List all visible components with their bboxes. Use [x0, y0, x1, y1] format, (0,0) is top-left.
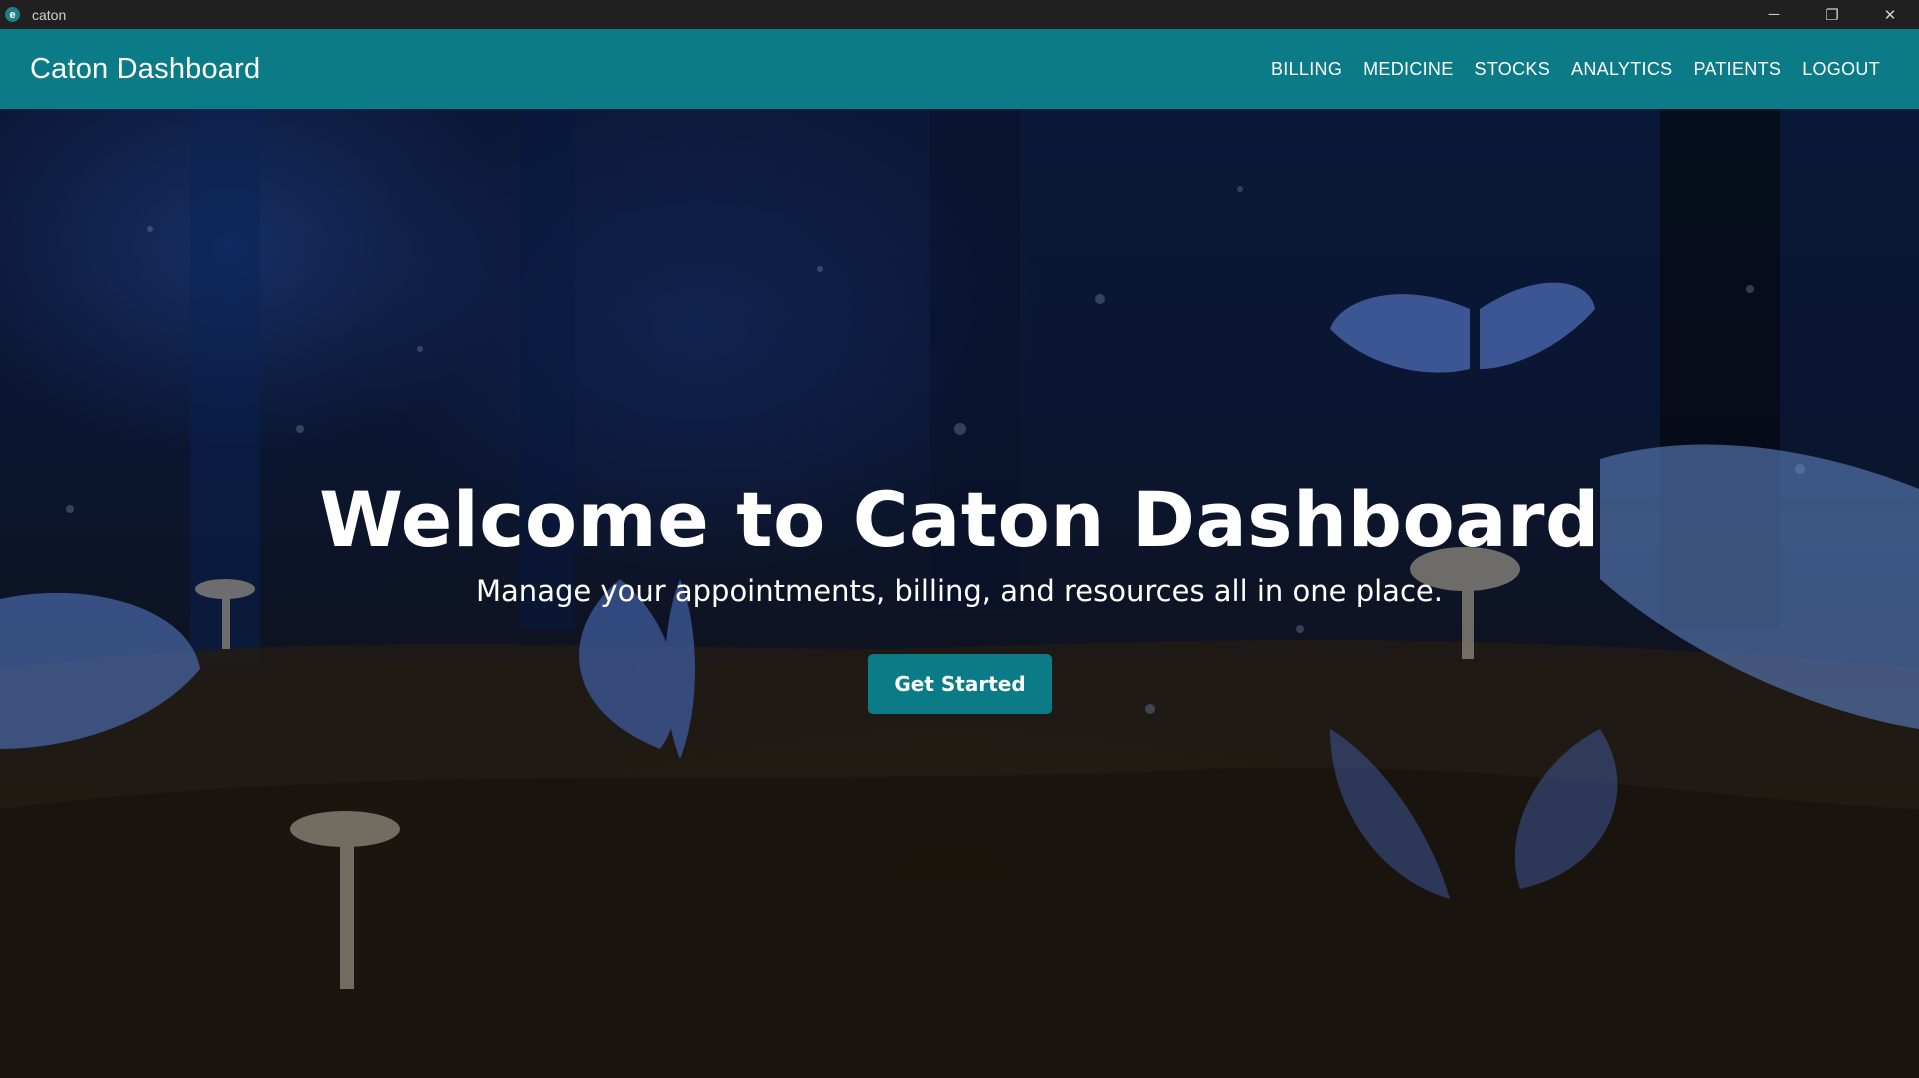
nav-link-patients[interactable]: PATIENTS [1693, 59, 1781, 80]
window-controls: ─ ❐ ✕ [1745, 0, 1919, 29]
hero-section: Welcome to Caton Dashboard Manage your a… [0, 109, 1919, 1078]
get-started-button[interactable]: Get Started [868, 654, 1052, 714]
window-titlebar: e caton ─ ❐ ✕ [0, 0, 1919, 29]
top-navbar: Caton Dashboard BILLING MEDICINE STOCKS … [0, 29, 1919, 109]
minimize-icon[interactable]: ─ [1745, 0, 1803, 29]
main-nav: BILLING MEDICINE STOCKS ANALYTICS PATIEN… [1271, 59, 1880, 80]
app-icon: e [5, 7, 20, 22]
nav-link-analytics[interactable]: ANALYTICS [1571, 59, 1672, 80]
hero-title: Welcome to Caton Dashboard [319, 475, 1600, 564]
hero-content: Welcome to Caton Dashboard Manage your a… [0, 109, 1919, 1078]
close-icon[interactable]: ✕ [1861, 0, 1919, 29]
nav-link-medicine[interactable]: MEDICINE [1363, 59, 1453, 80]
brand-logo-text[interactable]: Caton Dashboard [30, 53, 260, 86]
window-title: caton [32, 6, 67, 23]
nav-link-billing[interactable]: BILLING [1271, 59, 1342, 80]
hero-subtitle: Manage your appointments, billing, and r… [476, 574, 1443, 608]
nav-link-stocks[interactable]: STOCKS [1475, 59, 1551, 80]
restore-icon[interactable]: ❐ [1803, 0, 1861, 29]
nav-link-logout[interactable]: LOGOUT [1802, 59, 1880, 80]
